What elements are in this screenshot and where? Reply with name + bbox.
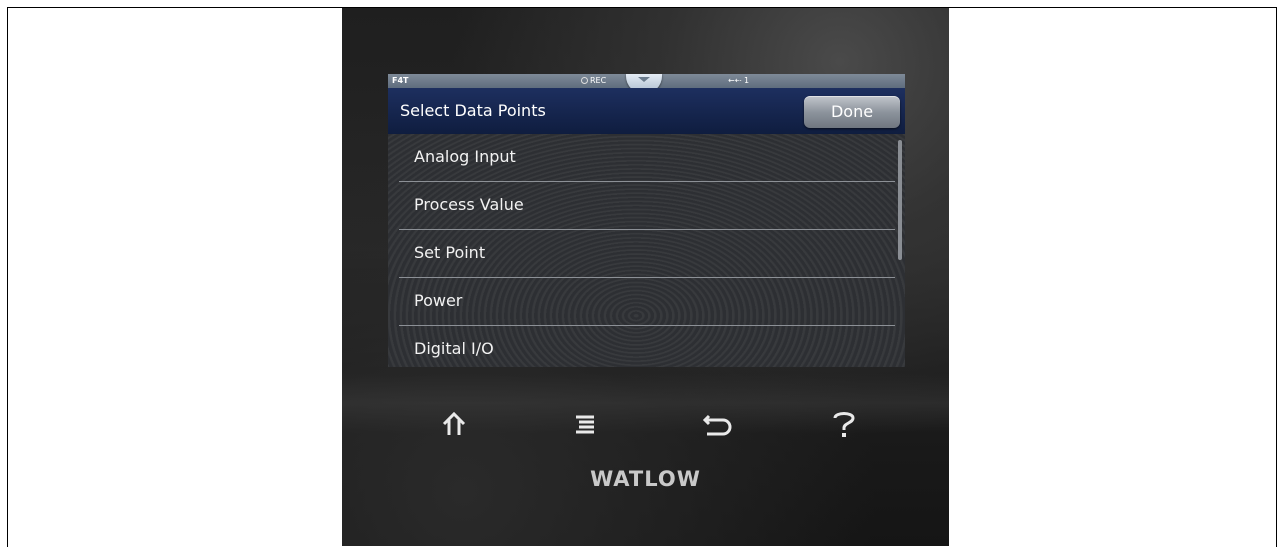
record-indicator: REC <box>581 74 606 88</box>
brand-logo: WATLOW <box>590 467 701 491</box>
record-label: REC <box>590 76 607 85</box>
list-item-process-value[interactable]: Process Value <box>399 182 895 230</box>
data-points-list[interactable]: Analog Input Process Value Set Point Pow… <box>388 134 905 367</box>
status-bar: F4T REC ←⇠ 1 <box>388 74 905 94</box>
title-bar: Select Data Points Done <box>388 88 905 134</box>
list-item-analog-input[interactable]: Analog Input <box>399 134 895 182</box>
list-item-power[interactable]: Power <box>399 278 895 326</box>
home-icon[interactable] <box>434 408 474 440</box>
menu-icon[interactable] <box>566 408 606 440</box>
record-icon <box>581 77 588 84</box>
list-item-label: Power <box>414 291 463 310</box>
model-label: F4T <box>392 76 409 85</box>
list-item-digital-io[interactable]: Digital I/O <box>399 326 895 367</box>
usb-indicator: ←⇠ 1 <box>728 76 750 85</box>
touch-screen: F4T REC ←⇠ 1 Select Data Points Done Ana… <box>388 74 905 367</box>
chevron-down-icon <box>638 77 650 82</box>
controller-device: F4T REC ←⇠ 1 Select Data Points Done Ana… <box>342 8 949 546</box>
list-item-set-point[interactable]: Set Point <box>399 230 895 278</box>
list-item-label: Process Value <box>414 195 524 214</box>
page-title: Select Data Points <box>400 101 546 120</box>
done-button[interactable]: Done <box>804 96 900 128</box>
back-icon[interactable] <box>697 408 737 440</box>
list-item-label: Digital I/O <box>414 339 494 358</box>
list-item-label: Analog Input <box>414 147 516 166</box>
help-icon[interactable] <box>824 408 864 440</box>
list-scrollbar[interactable] <box>898 140 902 260</box>
list-item-label: Set Point <box>414 243 486 262</box>
